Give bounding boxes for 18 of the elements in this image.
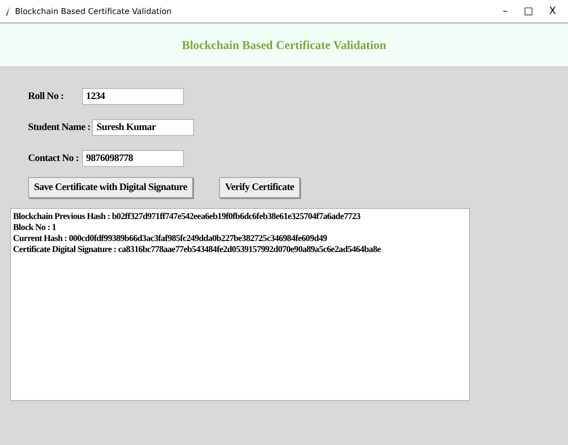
window-control-button[interactable]: X: [543, 6, 562, 16]
input-field[interactable]: 1234: [82, 88, 184, 105]
field-label: Roll No :: [28, 91, 65, 102]
feather-icon: [6, 6, 11, 16]
output-line: Block No : 1: [13, 222, 58, 233]
field-label: Student Name :: [28, 122, 90, 133]
window-control-button[interactable]: –: [496, 6, 514, 16]
app-heading: Blockchain Based Certificate Validation: [182, 38, 386, 52]
verify-button[interactable]: Verify Certificate: [219, 177, 300, 198]
output-line: Certificate Digital Signature : ca8316bc778aae77eb543484fe2d0539157992d070e90a89a5c6e2ad5464ba8e: [13, 244, 382, 255]
window-control-button[interactable]: □: [518, 6, 540, 16]
input-field[interactable]: 9876098778: [82, 150, 184, 167]
output-line: Current Hash : 000cd0fdf99389b66d3ac3faf985fc249dda0b227be382725c346984fe609d49: [13, 233, 328, 244]
field-label: Contact No :: [28, 153, 80, 164]
input-field[interactable]: Suresh Kumar: [92, 119, 194, 136]
window-title: Blockchain Based Certificate Validation: [15, 6, 173, 16]
save-button[interactable]: Save Certificate with Digital Signature: [28, 177, 194, 198]
output-line: Blockchain Previous Hash : b02ff327d971ff747e542eea6eb19f0fb6dc6feb38e61e325704f7a6ade7723: [13, 211, 362, 222]
